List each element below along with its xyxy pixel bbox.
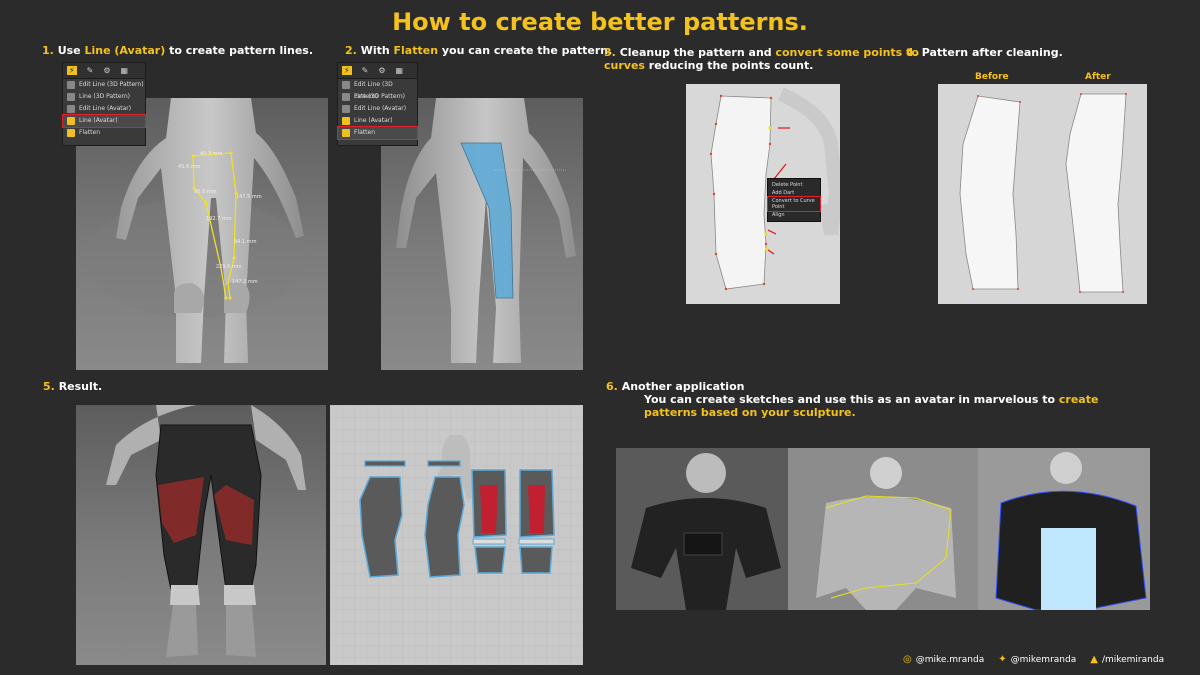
twitter-handle[interactable]: @mikemranda [1011,655,1077,665]
tool-icon[interactable]: ▦ [396,66,404,75]
step-5-3d-result[interactable] [76,405,326,665]
page-title: How to create better patterns. [392,8,808,36]
step-1-post: to create pattern lines. [165,44,314,57]
step-6-caption: 6. Another application You can create sk… [606,380,1099,419]
measure-label: 147.5 mm [236,194,262,200]
measure-label: 147.2 mm [232,279,258,285]
step-1-highlight: Line (Avatar) [84,44,166,57]
menu-item-edit-line-3d[interactable]: Edit Line (3D Pattern) [63,79,145,91]
menu-item-edit-line-3d[interactable]: Edit Line (3D Pattern) [338,79,417,100]
menu-item-edit-line-avatar[interactable]: Edit Line (Avatar) [338,103,417,115]
instagram-handle[interactable]: @mike.mranda [916,655,984,665]
context-item-align[interactable]: Align [768,211,820,219]
twitter-icon: ✦ [998,654,1007,665]
line-tool-icon[interactable]: ⚡ [67,66,77,75]
measure-label: 86.6 mm [194,189,217,195]
instagram-icon: ◎ [903,654,912,665]
edit-line-icon [67,81,75,89]
menu-item-flatten[interactable]: Flatten [63,127,145,139]
line-avatar-icon [67,117,75,125]
step-5-caption: 5. Result. [43,380,103,393]
line-icon [342,93,350,101]
menu-item-line-avatar[interactable]: Line (Avatar) [338,115,417,127]
flatten-tool-icon[interactable]: ⚡ [342,66,352,75]
edit-line-icon [342,105,350,113]
artstation-icon: ▲ [1090,654,1098,665]
measure-label: 229.5 mm [216,264,242,270]
step-1-pre: Use [57,44,85,57]
menu-item-flatten[interactable]: Flatten [337,126,418,140]
menu-item-line-3d[interactable]: Line (3D Pattern) [63,91,145,103]
point-context-menu[interactable]: Delete Point Add Dart Convert to Curve P… [767,178,821,222]
before-label: Before [975,72,1009,82]
step-4-caption: 4. Pattern after cleaning. [906,46,1063,59]
menu-item-line-3d[interactable]: Line (3D Pattern) [338,91,417,103]
flatten-icon [67,129,75,137]
pattern-pieces-render [330,405,583,665]
sculpture-renders [616,448,1150,610]
edit-line-icon [67,105,75,113]
flatten-tools-menu[interactable]: ⚡ ✎ ⚙ ▦ Edit Line (3D Pattern) Line (3D … [337,62,418,146]
line-avatar-icon [342,117,350,125]
measure-label: 40.3 mm [200,151,223,157]
line-icon [67,93,75,101]
step-4-pattern-view[interactable] [938,84,1147,304]
tool-icon[interactable]: ⚙ [378,66,385,75]
menu-item-edit-line-avatar[interactable]: Edit Line (Avatar) [63,103,145,115]
artstation-handle[interactable]: /mikemiranda [1102,655,1164,665]
context-item-add-dart[interactable]: Add Dart [768,189,820,197]
menu-item-line-avatar[interactable]: Line (Avatar) [62,114,146,128]
tool-icon[interactable]: ⚙ [103,66,110,75]
measure-label: 45.6 mm [178,164,201,170]
tool-icon[interactable]: ✎ [87,66,94,75]
context-item-delete-point[interactable]: Delete Point [768,181,820,189]
after-label: After [1085,72,1111,82]
step-2-caption: 2. With Flatten you can create the patte… [345,44,613,57]
step-1-caption: 1. Use Line (Avatar) to create pattern l… [42,44,313,57]
footer-social: ◎ @mike.mranda ✦ @mikemranda ▲ /mikemira… [903,654,1164,665]
pants-3d-render [106,405,306,657]
measure-label: 192.7 mm [206,216,232,222]
edit-line-icon [342,81,350,89]
tool-toolbar: ⚡ ✎ ⚙ ▦ [338,63,417,79]
step-5-2d-pattern-view[interactable] [330,405,583,665]
step-6-sketch-renders[interactable] [616,448,1150,610]
flatten-icon [342,129,350,137]
step-3-caption: 3. Cleanup the pattern and convert some … [604,46,919,72]
tool-toolbar: ⚡ ✎ ⚙ ▦ [63,63,145,79]
before-after-patterns [959,93,1127,293]
measure-label: 94.1 mm [234,239,257,245]
tool-icon[interactable]: ▦ [121,66,129,75]
avatar-tools-menu[interactable]: ⚡ ✎ ⚙ ▦ Edit Line (3D Pattern) Line (3D … [62,62,146,146]
step-1-number: 1. [42,44,54,57]
context-item-convert-curve[interactable]: Convert to Curve Point [767,196,821,212]
tool-icon[interactable]: ✎ [362,66,369,75]
